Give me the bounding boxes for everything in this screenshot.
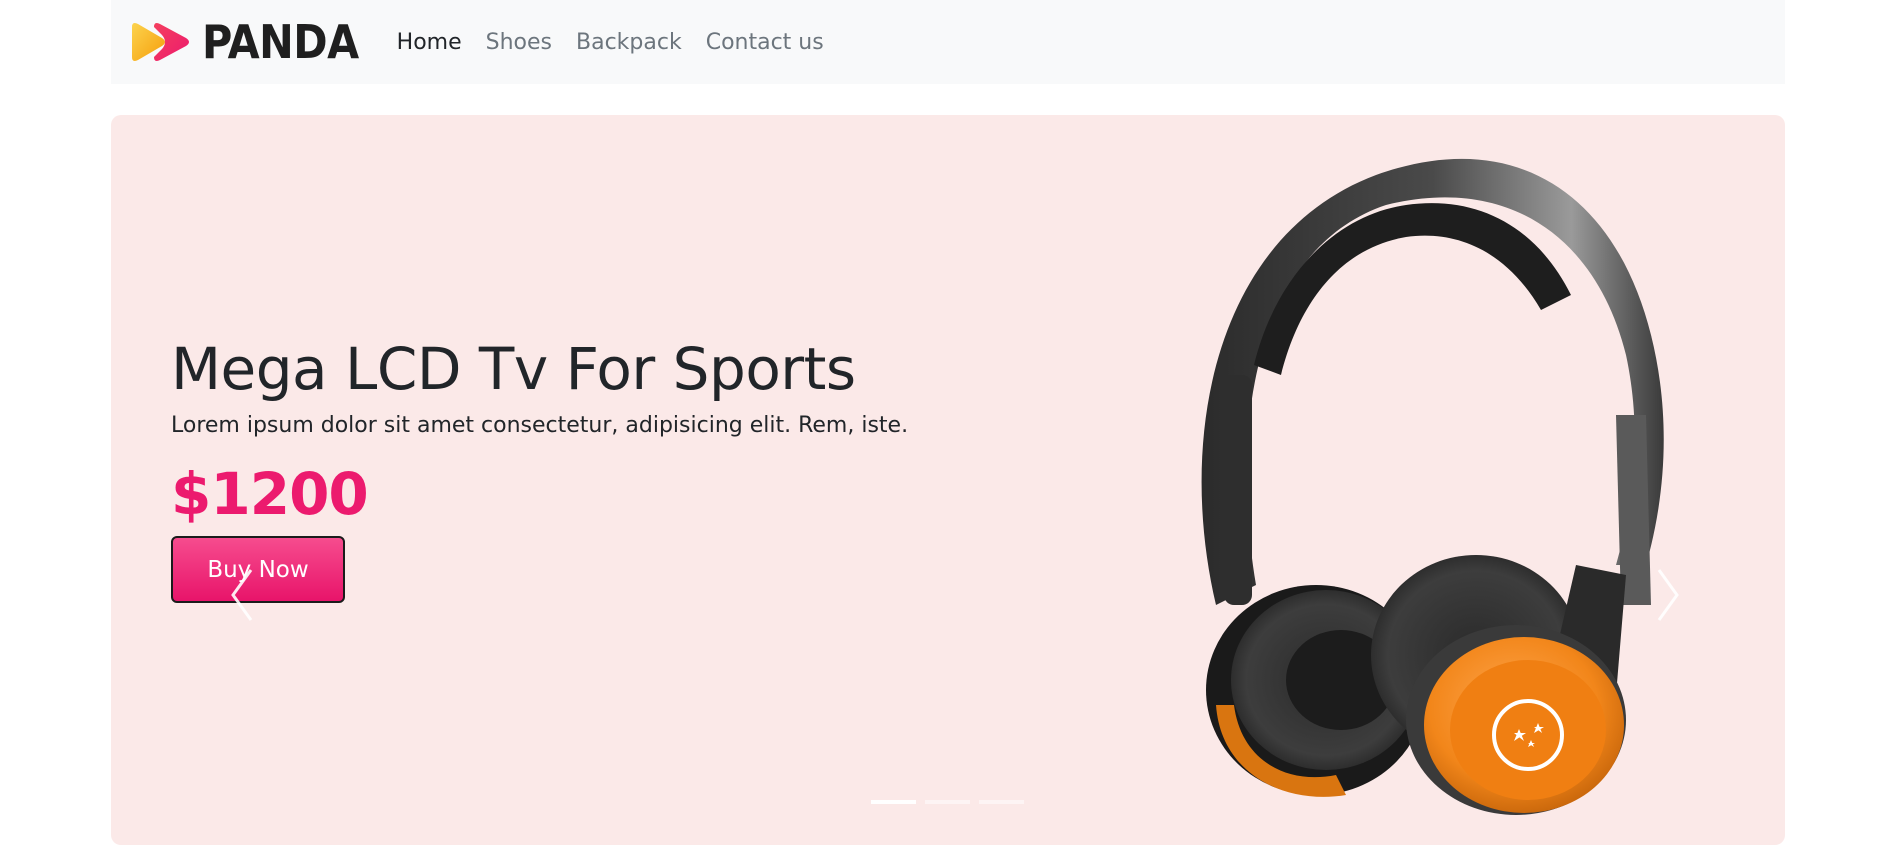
carousel-indicator-2[interactable] bbox=[925, 800, 970, 804]
carousel-indicator-3[interactable] bbox=[979, 800, 1024, 804]
nav-backpack[interactable]: Backpack bbox=[564, 22, 694, 63]
carousel-indicator-1[interactable] bbox=[871, 800, 916, 804]
hero-description: Lorem ipsum dolor sit amet consectetur, … bbox=[171, 413, 909, 438]
nav-shoes[interactable]: Shoes bbox=[474, 22, 564, 63]
carousel-next-control[interactable] bbox=[1647, 560, 1687, 630]
brand-name: PANDA bbox=[202, 15, 359, 69]
nav-home[interactable]: Home bbox=[385, 22, 474, 63]
brand-logo[interactable]: PANDA bbox=[128, 15, 359, 69]
nav-contact-us[interactable]: Contact us bbox=[694, 22, 836, 63]
play-chevrons-logo-icon bbox=[132, 23, 189, 61]
hero-carousel: Mega LCD Tv For Sports Lorem ipsum dolor… bbox=[111, 115, 1785, 845]
carousel-prev-control[interactable] bbox=[223, 560, 263, 630]
chevron-right-icon bbox=[1657, 569, 1679, 621]
headphones-product-image bbox=[1146, 135, 1746, 835]
hero-caption: Mega LCD Tv For Sports Lorem ipsum dolor… bbox=[171, 335, 908, 603]
main-nav: Home Shoes Backpack Contact us bbox=[385, 22, 836, 63]
hero-price: $1200 bbox=[171, 460, 369, 528]
navbar: PANDA Home Shoes Backpack Contact us bbox=[111, 0, 1785, 84]
chevron-left-icon bbox=[231, 569, 253, 621]
hero-title: Mega LCD Tv For Sports bbox=[171, 335, 856, 403]
carousel-indicators bbox=[871, 800, 1024, 804]
